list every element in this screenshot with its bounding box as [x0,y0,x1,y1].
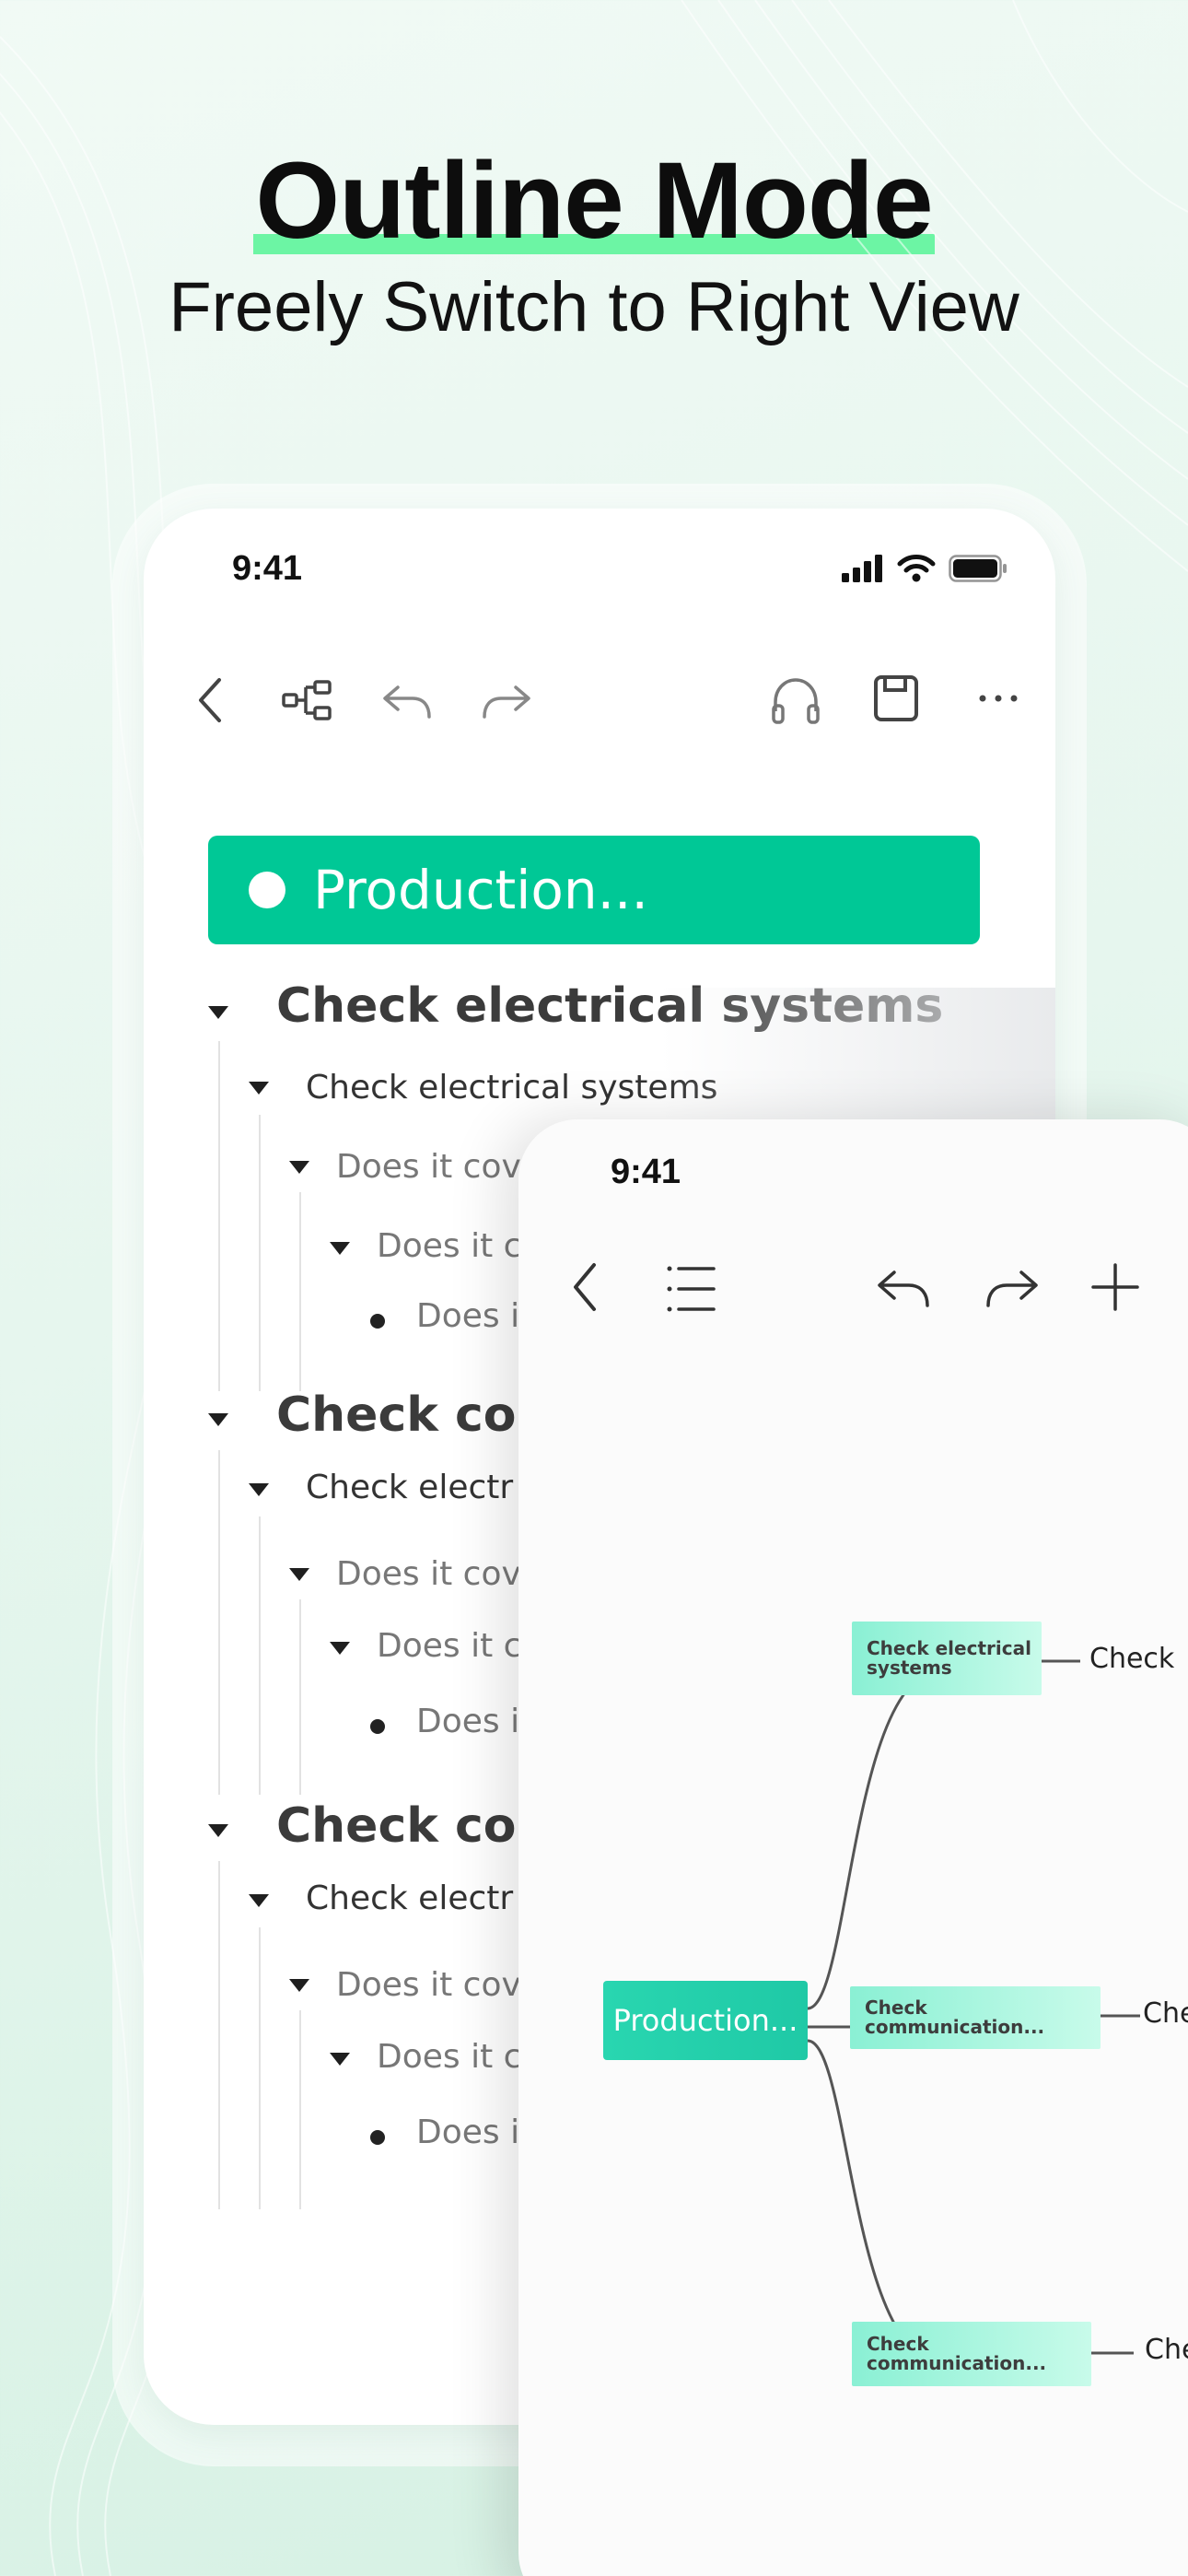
tree-line [259,1516,261,1795]
collapse-triangle-icon[interactable] [208,1006,228,1019]
mindmap-root-label: Production... [612,2003,798,2038]
root-bullet-icon [249,872,285,908]
mindmap-leaf-label[interactable]: Che [1145,2334,1188,2366]
outline-item-grandchild[interactable]: Does it cov [336,1555,521,1593]
mindmap-leaf-label[interactable]: Check [1089,1643,1174,1675]
mindmap-root-node[interactable]: Production... [603,1981,808,2060]
outline-item-child[interactable]: Check electrical systems [306,1069,717,1107]
back-icon[interactable] [192,673,228,728]
tree-line [299,2010,301,2209]
mindmap-view-icon[interactable] [282,680,333,720]
tree-line [259,1927,261,2209]
battery-icon [949,555,1007,582]
tree-line [218,1450,220,1795]
collapse-triangle-icon[interactable] [289,1568,309,1581]
outline-root-node[interactable]: Production... [208,836,980,944]
outline-item-grandchild[interactable]: Does it cov [336,1148,521,1186]
status-time: 9:41 [232,549,303,588]
cellular-signal-icon [842,555,882,582]
mindmap-branch-label: Check electrical systems [867,1637,1031,1679]
mindmap-screen: 9:41 Production... Check electrical syst… [518,1119,1188,2576]
save-icon[interactable] [873,674,919,722]
mindmap-branch-label: Check communication... [865,1996,1045,2038]
outline-item-leaf[interactable]: Does i [416,2113,519,2151]
collapse-triangle-icon[interactable] [249,1082,269,1095]
tree-line [259,1115,261,1391]
collapse-triangle-icon[interactable] [330,1642,350,1655]
subheadline: Freely Switch to Right View [169,268,1019,346]
outline-item-section-3[interactable]: Check cor [276,1798,540,1854]
redo-icon[interactable] [481,682,532,722]
headline-text: Outline Mode [255,140,933,262]
outline-item-child[interactable]: Check electr [306,1879,513,1917]
collapse-triangle-icon[interactable] [330,2053,350,2066]
wifi-icon [897,555,936,582]
collapse-triangle-icon[interactable] [208,1413,228,1426]
outline-item-section-2[interactable]: Check cor [276,1388,540,1443]
outline-item-child[interactable]: Check electr [306,1469,513,1506]
bullet-dot-icon [370,1719,385,1734]
tree-line [218,1041,220,1391]
mindmap-branch-label: Check communication... [867,2333,1047,2374]
tree-line [299,1599,301,1795]
bullet-dot-icon [370,2130,385,2145]
collapse-triangle-icon[interactable] [289,1161,309,1174]
collapse-triangle-icon[interactable] [330,1242,350,1255]
outline-item-grandchild[interactable]: Does it cov [336,1966,521,2004]
undo-icon[interactable] [381,682,433,722]
outline-item-great-grandchild[interactable]: Does it c [377,2038,521,2076]
mindmap-branch-node[interactable]: Check communication... [852,2322,1091,2386]
outline-item-leaf[interactable]: Does i [416,1703,519,1740]
tree-line [218,1861,220,2209]
tree-line [299,1192,301,1391]
headline: Outline Mode [0,138,1188,263]
collapse-triangle-icon[interactable] [249,1483,269,1496]
headphones-icon[interactable] [770,676,821,726]
outline-item-great-grandchild[interactable]: Does it c [377,1627,521,1665]
outline-item-great-grandchild[interactable]: Does it c [377,1227,521,1265]
more-icon[interactable] [978,693,1019,704]
root-label: Production... [313,859,648,921]
status-icons [842,555,1007,582]
mindmap-leaf-label[interactable]: Che [1143,1997,1188,2030]
collapse-triangle-icon[interactable] [249,1894,269,1907]
mindmap-branch-node[interactable]: Check communication... [850,1986,1101,2049]
outline-item-leaf[interactable]: Does i [416,1297,519,1335]
collapse-triangle-icon[interactable] [208,1824,228,1837]
mindmap-branch-node[interactable]: Check electrical systems [852,1622,1042,1695]
collapse-triangle-icon[interactable] [289,1979,309,1992]
bullet-dot-icon [370,1314,385,1329]
